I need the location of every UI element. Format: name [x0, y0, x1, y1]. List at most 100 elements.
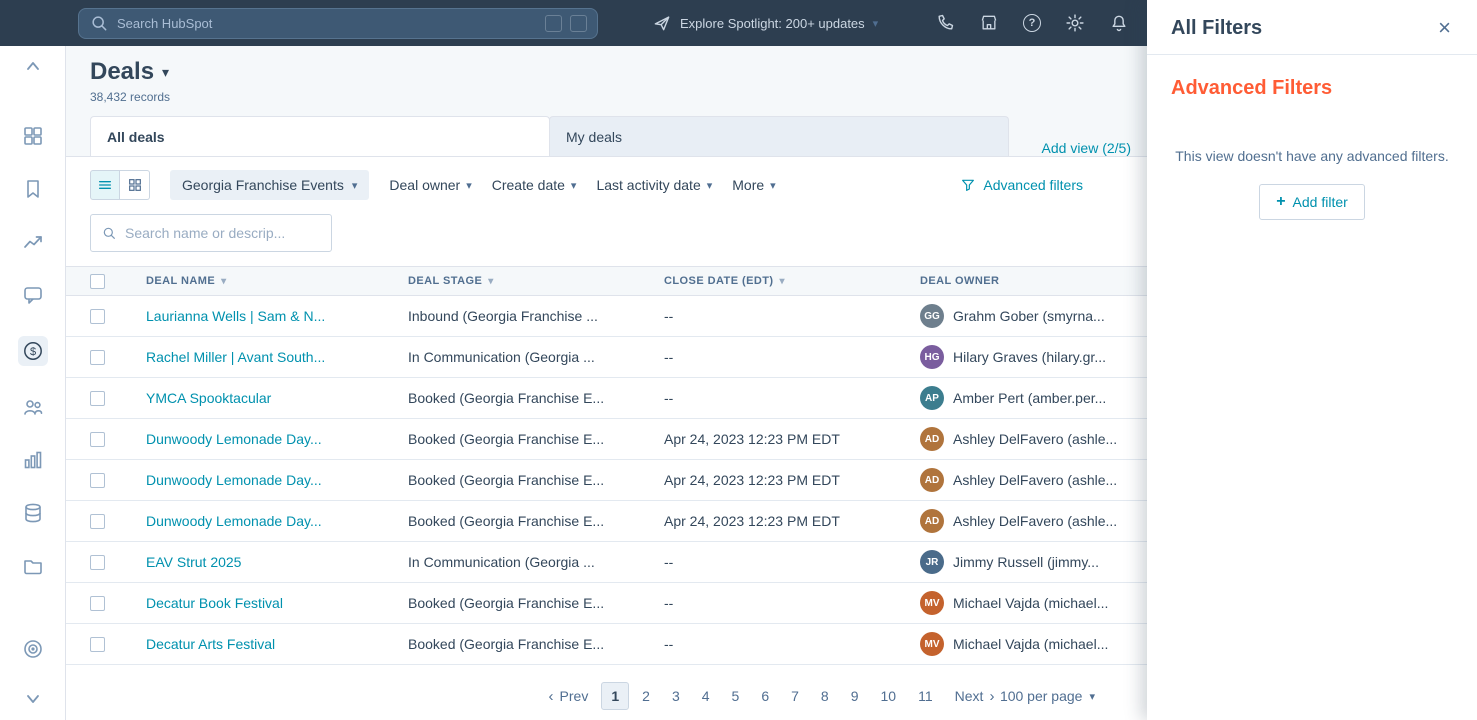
deal-name-link[interactable]: Decatur Book Festival — [146, 595, 283, 611]
row-checkbox[interactable] — [90, 308, 105, 324]
owner-name: Jimmy Russell (jimmy... — [953, 554, 1099, 570]
row-checkbox[interactable] — [90, 390, 105, 406]
bookmark-icon[interactable] — [21, 177, 45, 201]
column-header-close-date[interactable]: Close date (EDT) — [664, 275, 774, 287]
deal-stage: Booked (Georgia Franchise E... — [408, 472, 605, 488]
page-number-7[interactable]: 7 — [782, 683, 808, 709]
contacts-icon[interactable] — [21, 395, 45, 419]
list-view-toggle[interactable] — [90, 170, 120, 200]
notifications-icon[interactable] — [1109, 13, 1129, 33]
close-date: -- — [664, 390, 674, 406]
chevron-left-icon: ‹ — [548, 687, 554, 705]
page-number-5[interactable]: 5 — [723, 683, 749, 709]
question-glyph: ? — [1028, 17, 1036, 29]
row-checkbox[interactable] — [90, 595, 105, 611]
avatar: GG — [920, 304, 944, 328]
owner-name: Grahm Gober (smyrna... — [953, 308, 1105, 324]
column-header-deal-owner[interactable]: Deal owner — [920, 275, 999, 287]
prev-label: Prev — [559, 688, 589, 704]
chat-icon[interactable] — [21, 283, 45, 307]
avatar: JR — [920, 550, 944, 574]
database-icon[interactable] — [21, 501, 45, 525]
bar-chart-icon[interactable] — [21, 448, 45, 472]
page-number-2[interactable]: 2 — [633, 683, 659, 709]
sort-icon[interactable]: ▾ — [780, 276, 785, 287]
deal-name-link[interactable]: Laurianna Wells | Sam & N... — [146, 308, 325, 324]
global-search-input[interactable] — [117, 15, 537, 31]
owner-name: Amber Pert (amber.per... — [953, 390, 1107, 406]
page-number-3[interactable]: 3 — [663, 683, 689, 709]
page-number-6[interactable]: 6 — [752, 683, 778, 709]
caret-down-icon: ▾ — [706, 179, 713, 192]
add-filter-button[interactable]: + Add filter — [1259, 184, 1365, 221]
tab-my-deals[interactable]: My deals — [549, 116, 1009, 156]
search-icon — [103, 227, 115, 239]
page-number-11[interactable]: 11 — [909, 683, 942, 709]
trend-icon[interactable] — [21, 230, 45, 254]
help-icon[interactable]: ? — [1023, 14, 1041, 32]
keyboard-shortcut-icon — [570, 14, 587, 32]
filter-deal-owner[interactable]: Deal owner ▾ — [389, 177, 471, 193]
deal-name-link[interactable]: EAV Strut 2025 — [146, 554, 241, 570]
row-checkbox[interactable] — [90, 431, 105, 447]
view-owner-select[interactable]: Georgia Franchise Events ▾ — [170, 170, 370, 200]
select-all-checkbox[interactable] — [90, 273, 105, 289]
deal-name-link[interactable]: Decatur Arts Festival — [146, 636, 275, 652]
sort-icon[interactable]: ▾ — [221, 276, 226, 287]
avatar: AD — [920, 427, 944, 451]
close-icon[interactable]: × — [1432, 15, 1457, 41]
chevron-down-icon[interactable] — [21, 686, 45, 710]
owner-name: Michael Vajda (michael... — [953, 636, 1109, 652]
avatar: HG — [920, 345, 944, 369]
panel-title: All Filters — [1171, 16, 1263, 39]
column-header-deal-stage[interactable]: Deal Stage — [408, 275, 482, 287]
deal-stage: Booked (Georgia Franchise E... — [408, 595, 605, 611]
global-search[interactable] — [78, 7, 598, 39]
page-number-8[interactable]: 8 — [812, 683, 838, 709]
row-checkbox[interactable] — [90, 513, 105, 529]
apps-grid-icon[interactable] — [21, 124, 45, 148]
row-checkbox[interactable] — [90, 636, 105, 652]
next-page-button[interactable]: Next › — [946, 683, 1004, 710]
advanced-filters-label: Advanced filters — [983, 177, 1083, 193]
deal-name-link[interactable]: Dunwoody Lemonade Day... — [146, 431, 322, 447]
add-view-link[interactable]: Add view (2/5) — [1042, 140, 1131, 156]
row-checkbox[interactable] — [90, 349, 105, 365]
page-number-1[interactable]: 1 — [601, 682, 630, 710]
row-checkbox[interactable] — [90, 554, 105, 570]
settings-icon[interactable] — [1065, 13, 1085, 33]
calls-icon[interactable] — [935, 13, 955, 33]
column-header-deal-name[interactable]: Deal name — [146, 275, 215, 287]
title-caret-down-icon[interactable]: ▾ — [162, 64, 169, 81]
close-date: -- — [664, 349, 674, 365]
advanced-filters-button[interactable]: Advanced filters — [960, 177, 1083, 193]
sort-icon[interactable]: ▾ — [488, 276, 493, 287]
filter-more[interactable]: More ▾ — [732, 177, 775, 193]
filter-create-date[interactable]: Create date ▾ — [492, 177, 577, 193]
page-number-10[interactable]: 10 — [872, 683, 906, 709]
target-icon[interactable] — [21, 637, 45, 661]
caret-down-icon: ▾ — [351, 179, 358, 192]
tab-all-deals[interactable]: All deals — [90, 116, 550, 156]
folder-icon[interactable] — [21, 554, 45, 578]
table-search-input[interactable] — [125, 225, 321, 241]
marketplace-icon[interactable] — [979, 13, 999, 33]
deal-stage: Booked (Georgia Franchise E... — [408, 431, 605, 447]
board-view-toggle[interactable] — [120, 170, 150, 200]
row-checkbox[interactable] — [90, 472, 105, 488]
tab-label: My deals — [566, 128, 623, 145]
per-page-select[interactable]: 100 per page ▾ — [1000, 688, 1095, 704]
deal-name-link[interactable]: Dunwoody Lemonade Day... — [146, 513, 322, 529]
deal-name-link[interactable]: Rachel Miller | Avant South... — [146, 349, 325, 365]
prev-page-button[interactable]: ‹ Prev — [540, 683, 598, 710]
table-search[interactable] — [90, 214, 332, 252]
filter-last-activity-date[interactable]: Last activity date ▾ — [596, 177, 712, 193]
page-number-4[interactable]: 4 — [693, 683, 719, 709]
view-toggle-group — [90, 170, 150, 200]
explore-spotlight-button[interactable]: Explore Spotlight: 200+ updates ▾ — [652, 13, 878, 33]
collapse-icon[interactable] — [21, 54, 45, 78]
deal-name-link[interactable]: Dunwoody Lemonade Day... — [146, 472, 322, 488]
sales-dollar-icon[interactable]: $ — [17, 336, 48, 366]
deal-name-link[interactable]: YMCA Spooktacular — [146, 390, 271, 406]
page-number-9[interactable]: 9 — [842, 683, 868, 709]
